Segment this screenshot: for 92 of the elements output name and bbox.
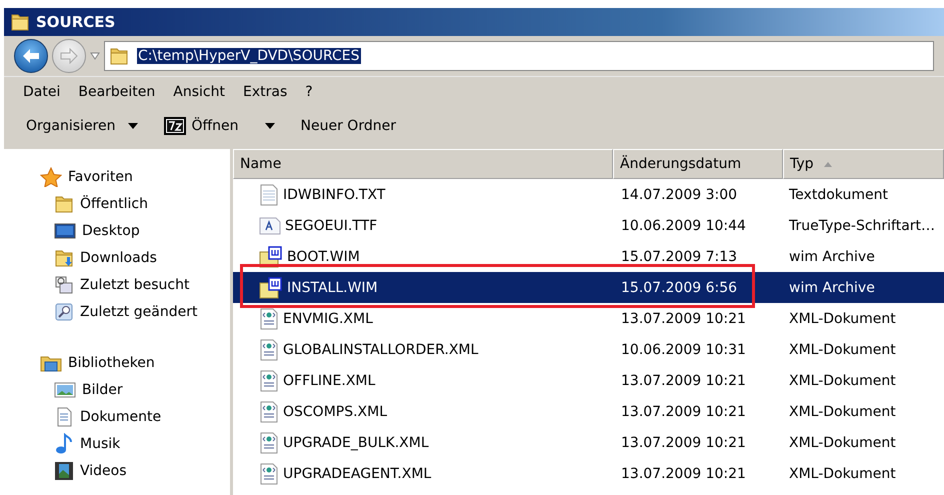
toolbar-button[interactable]: Öffnen: [160, 115, 279, 137]
file-name: UPGRADE_BULK.XML: [283, 434, 429, 450]
file-name: OFFLINE.XML: [283, 372, 376, 388]
selected-file-row[interactable]: INSTALL.WIM 15.07.2009 6:56 wim Archive: [233, 272, 944, 303]
text-file-icon: [259, 184, 279, 206]
xml-file-icon: [259, 338, 279, 360]
file-row[interactable]: UPGRADEAGENT.XML 13.07.2009 10:21 XML-Dokument: [233, 458, 944, 489]
sidebar-item[interactable]: Downloads: [40, 244, 230, 271]
file-date: 14.07.2009 3:00: [620, 186, 738, 202]
folder-icon: [10, 12, 30, 32]
file-date: 13.07.2009 10:21: [620, 434, 747, 450]
file-type: XML-Dokument: [788, 466, 897, 482]
file-date: 10.06.2009 10:31: [620, 342, 747, 358]
file-type: XML-Dokument: [788, 310, 897, 326]
file-name: OSCOMPS.XML: [283, 404, 388, 420]
toolbar-button[interactable]: Organisieren: [22, 116, 142, 136]
xml-file-icon: [259, 308, 279, 330]
file-row[interactable]: IDWBINFO.TXT 14.07.2009 3:00 Textdokument: [233, 179, 944, 210]
address-field[interactable]: C:\temp\HyperV_DVD\SOURCES: [104, 41, 934, 71]
pictures-icon: [54, 380, 76, 400]
file-type: XML-Dokument: [788, 372, 897, 388]
menu-item[interactable]: Extras: [234, 84, 296, 100]
menu-item[interactable]: Datei: [14, 84, 70, 100]
file-type: wim Archive: [788, 248, 876, 264]
file-date: 13.07.2009 10:21: [620, 404, 747, 420]
sidebar-item[interactable]: Zuletzt geändert: [40, 298, 230, 325]
sidebar-item[interactable]: Desktop: [40, 217, 230, 244]
monitor-icon: [54, 220, 76, 240]
search-folder-icon: [54, 302, 74, 322]
archive-app-icon: [164, 117, 186, 135]
file-name: IDWBINFO.TXT: [283, 186, 386, 202]
file-type: XML-Dokument: [788, 342, 897, 358]
xml-file-icon: [259, 462, 279, 484]
sidebar-group[interactable]: Favoriten: [40, 163, 230, 190]
star-icon: [40, 166, 62, 186]
film-strip-icon: [54, 460, 74, 480]
file-row[interactable]: OFFLINE.XML 13.07.2009 10:21 XML-Dokument: [233, 365, 944, 396]
file-name: SEGOEUI.TTF: [285, 218, 378, 234]
window-title: SOURCES: [36, 13, 116, 31]
sidebar-item[interactable]: Zuletzt besucht: [40, 271, 230, 298]
recent-places-icon: [54, 274, 74, 294]
file-date: 10.06.2009 10:44: [620, 218, 747, 234]
font-file-icon: [259, 216, 281, 234]
file-date: 15.07.2009 7:13: [620, 248, 738, 264]
downloads-folder-icon: [54, 248, 74, 268]
file-date: 13.07.2009 10:21: [620, 310, 747, 326]
xml-file-icon: [259, 370, 279, 392]
file-row[interactable]: ENVMIG.XML 13.07.2009 10:21 XML-Dokument: [233, 303, 944, 334]
menu-item[interactable]: Bearbeiten: [69, 84, 164, 100]
file-row[interactable]: SEGOEUI.TTF 10.06.2009 10:44 TrueType-Schriftart…: [233, 210, 944, 241]
forward-arrow-icon: [60, 48, 78, 64]
file-name: GLOBALINSTALLORDER.XML: [283, 342, 478, 358]
archive-file-icon: [259, 246, 283, 268]
xml-file-icon: [259, 432, 279, 454]
column-header[interactable]: Name: [233, 149, 613, 179]
file-type: TrueType-Schriftart…: [788, 218, 936, 234]
file-date: 13.07.2009 10:21: [620, 372, 747, 388]
file-type: XML-Dokument: [788, 404, 897, 420]
toolbar-button[interactable]: Neuer Ordner: [296, 116, 400, 136]
caret-icon: [128, 123, 138, 129]
column-header[interactable]: Typ: [783, 149, 944, 179]
dropdown-arrow-icon: [90, 52, 100, 60]
folder-icon: [54, 194, 74, 214]
file-row[interactable]: GLOBALINSTALLORDER.XML 10.06.2009 10:31 XML-Dokument: [233, 334, 944, 365]
file-name: INSTALL.WIM: [287, 280, 378, 296]
back-arrow-icon: [22, 48, 40, 64]
file-name: UPGRADEAGENT.XML: [283, 466, 432, 482]
sidebar-group[interactable]: Bibliotheken: [40, 349, 230, 376]
music-note-icon: [54, 432, 74, 454]
file-type: XML-Dokument: [788, 434, 897, 450]
sidebar-item[interactable]: Dokumente: [40, 403, 230, 430]
file-row[interactable]: UPGRADE_BULK.XML 13.07.2009 10:21 XML-Dokument: [233, 427, 944, 458]
sidebar-item[interactable]: Musik: [40, 430, 230, 457]
sidebar-item[interactable]: Bilder: [40, 376, 230, 403]
file-type: Textdokument: [788, 186, 889, 202]
file-date: 15.07.2009 6:56: [620, 280, 738, 296]
menu-item[interactable]: ?: [296, 84, 322, 100]
archive-file-icon: [259, 276, 283, 298]
sidebar-item[interactable]: Öffentlich: [40, 190, 230, 217]
file-date: 13.07.2009 10:21: [620, 466, 747, 482]
file-name: BOOT.WIM: [287, 248, 360, 264]
folder-icon: [109, 46, 129, 66]
file-row[interactable]: BOOT.WIM 15.07.2009 7:13 wim Archive: [233, 241, 944, 272]
back-button[interactable]: [14, 39, 48, 73]
xml-file-icon: [259, 400, 279, 422]
column-header[interactable]: Änderungsdatum: [613, 149, 783, 179]
file-name: ENVMIG.XML: [283, 310, 373, 326]
file-type: wim Archive: [788, 280, 876, 296]
sidebar-item[interactable]: Videos: [40, 457, 230, 484]
caret-icon: [264, 123, 275, 129]
file-row[interactable]: OSCOMPS.XML 13.07.2009 10:21 XML-Dokument: [233, 396, 944, 427]
menu-item[interactable]: Ansicht: [164, 84, 234, 100]
